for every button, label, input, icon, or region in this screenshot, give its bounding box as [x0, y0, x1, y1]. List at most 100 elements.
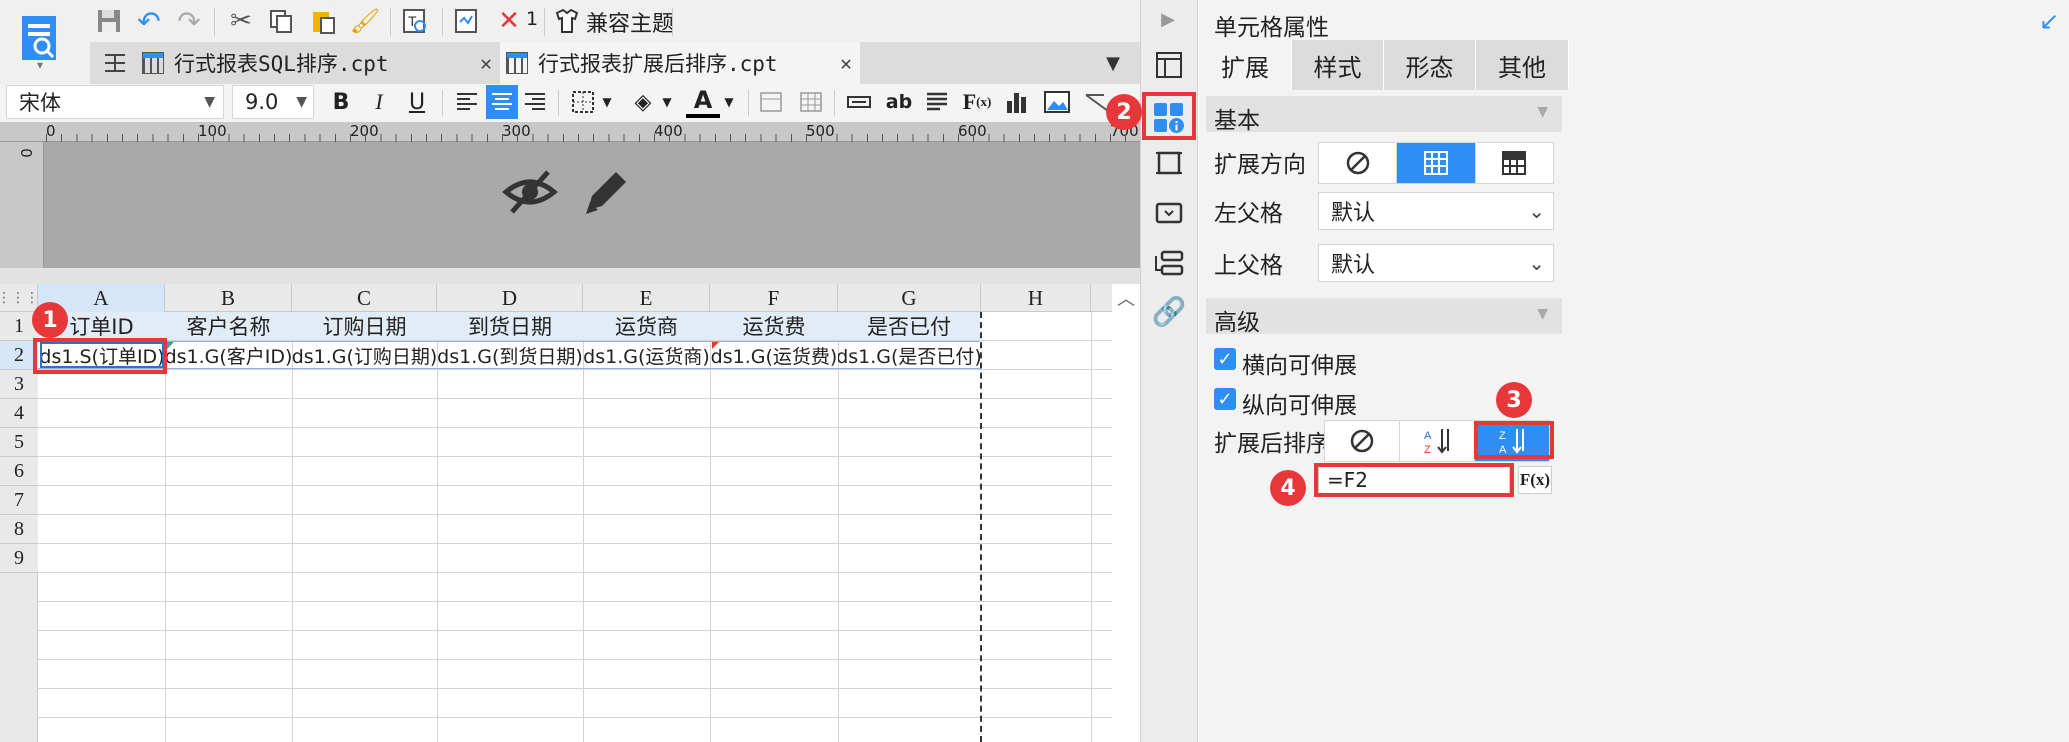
tab-other[interactable]: 其他: [1476, 40, 1569, 90]
grid-corner[interactable]: ⋮⋮⋮: [0, 284, 39, 312]
tab-style[interactable]: 样式: [1292, 40, 1384, 90]
left-parent-select[interactable]: 默认 ⌄: [1318, 192, 1554, 230]
scroll-up-icon[interactable]: ︿: [1112, 284, 1140, 312]
no-expand-option[interactable]: [1319, 143, 1398, 183]
tab-close-icon[interactable]: ✕: [480, 51, 492, 75]
font-color-icon[interactable]: A: [686, 86, 720, 118]
theme-icon[interactable]: [550, 4, 584, 38]
top-parent-select[interactable]: 默认 ⌄: [1318, 244, 1554, 282]
align-right-icon[interactable]: [520, 86, 550, 118]
cell-d2[interactable]: ds1.G(到货日期): [437, 342, 583, 369]
row-header[interactable]: 6: [0, 457, 38, 486]
cell-b1[interactable]: 客户名称: [165, 312, 292, 340]
row-header[interactable]: 8: [0, 515, 38, 544]
vertical-expand-checkbox[interactable]: ✓: [1214, 388, 1236, 410]
column-header-h[interactable]: H: [981, 284, 1091, 312]
font-family-select[interactable]: 宋体 ▼: [6, 85, 224, 119]
cell-c1[interactable]: 订购日期: [292, 312, 437, 340]
tab-expand-sort[interactable]: 行式报表扩展后排序.cpt ✕: [500, 42, 860, 84]
text-field-icon[interactable]: [842, 86, 876, 118]
float-element-icon[interactable]: [1150, 144, 1188, 182]
cell-d1[interactable]: 到货日期: [437, 312, 583, 340]
align-center-icon[interactable]: [486, 85, 518, 119]
preview-icon[interactable]: [450, 4, 484, 38]
edit-pencil-icon[interactable]: [578, 164, 634, 220]
annotation-badge-2: 2: [1106, 94, 1142, 130]
copy-icon[interactable]: [264, 4, 298, 38]
hyperlink-icon[interactable]: 🔗: [1150, 292, 1188, 330]
tab-list-icon[interactable]: [98, 46, 132, 80]
chevron-down-icon[interactable]: ▼: [658, 86, 676, 118]
format-painter-icon[interactable]: 🖌: [348, 4, 382, 38]
cut-icon[interactable]: ✂: [224, 4, 258, 38]
col-line: [838, 312, 839, 742]
ascending-sort-option[interactable]: AZ: [1400, 421, 1475, 461]
tab-expand[interactable]: 扩展: [1199, 40, 1292, 90]
cell-g1[interactable]: 是否已付: [838, 312, 980, 340]
bold-icon[interactable]: B: [326, 86, 356, 118]
theme-label[interactable]: 兼容主题: [586, 6, 674, 38]
chevron-down-icon[interactable]: ▼: [720, 86, 738, 118]
col-line: [583, 312, 584, 742]
row-header[interactable]: 9: [0, 544, 38, 573]
image-icon[interactable]: [1040, 86, 1074, 118]
merge-cells-icon[interactable]: [756, 86, 786, 118]
cell-g2[interactable]: ds1.G(是否已付): [838, 342, 980, 369]
section-advanced-header[interactable]: 高级 ▼: [1206, 298, 1562, 336]
no-sort-option[interactable]: [1325, 421, 1400, 461]
chevron-down-icon[interactable]: ▼: [598, 86, 616, 118]
column-header-g[interactable]: G: [838, 284, 981, 312]
tab-close-icon[interactable]: ✕: [840, 51, 852, 75]
cell-e2[interactable]: ds1.G(运货商): [583, 342, 710, 369]
logo-dropdown-icon[interactable]: ▾: [30, 58, 50, 72]
horizontal-expand-checkbox[interactable]: ✓: [1214, 348, 1236, 370]
fill-color-icon[interactable]: ◈: [626, 86, 660, 118]
border-icon[interactable]: [566, 86, 600, 118]
unmerge-cells-icon[interactable]: [796, 86, 826, 118]
column-header-e[interactable]: E: [583, 284, 710, 312]
align-left-icon[interactable]: [452, 86, 482, 118]
cell-f2[interactable]: ds1.G(运货费): [710, 342, 838, 369]
formula-button[interactable]: F(x): [1518, 466, 1552, 494]
column-header-c[interactable]: C: [292, 284, 437, 312]
widget-panel-icon[interactable]: [1150, 46, 1188, 84]
underline-icon[interactable]: U: [402, 86, 432, 118]
tab-sql-sort[interactable]: 行式报表SQL排序.cpt ✕: [136, 42, 500, 84]
font-size-select[interactable]: 9.0 ▼: [232, 85, 314, 119]
italic-icon[interactable]: I: [364, 86, 394, 118]
row-header[interactable]: 3: [0, 370, 38, 399]
row-headers: 1 2 3 4 5 6 7 8 9: [0, 312, 38, 742]
paste-icon[interactable]: [306, 4, 340, 38]
column-headers: A B C D E F G H: [38, 284, 1112, 312]
tab-overflow-icon[interactable]: ▼: [1096, 46, 1130, 80]
hide-eye-icon[interactable]: [500, 166, 560, 218]
tab-form[interactable]: 形态: [1384, 40, 1476, 90]
horizontal-expand-option[interactable]: [1476, 143, 1553, 183]
row-header[interactable]: 7: [0, 486, 38, 515]
save-icon[interactable]: [92, 4, 126, 38]
undo-icon[interactable]: ↶: [132, 4, 166, 38]
cell-f1[interactable]: 运货费: [710, 312, 838, 340]
section-basic-header[interactable]: 基本 ▼: [1206, 96, 1562, 134]
column-header-b[interactable]: B: [165, 284, 292, 312]
column-header-f[interactable]: F: [710, 284, 838, 312]
close-count-icon[interactable]: ✕: [494, 4, 524, 38]
row-header[interactable]: 4: [0, 399, 38, 428]
row-header[interactable]: 5: [0, 428, 38, 457]
chart-icon[interactable]: [1000, 86, 1034, 118]
vertical-expand-option[interactable]: [1397, 143, 1476, 183]
panel-expand-icon[interactable]: ↙: [2034, 6, 2064, 36]
cell-e1[interactable]: 运货商: [583, 312, 710, 340]
cell-c2[interactable]: ds1.G(订购日期): [292, 342, 437, 369]
widget-icon[interactable]: [1150, 194, 1188, 232]
rich-text-icon[interactable]: [920, 86, 954, 118]
cell-b2[interactable]: ds1.G(客户ID): [165, 342, 292, 369]
condition-icon[interactable]: [1150, 244, 1188, 282]
text-icon[interactable]: ab: [882, 86, 916, 118]
formula-icon[interactable]: F (x): [958, 86, 996, 118]
find-icon[interactable]: T: [398, 4, 432, 38]
collapse-arrow-icon[interactable]: ▶: [1150, 6, 1186, 32]
column-header-d[interactable]: D: [437, 284, 583, 312]
redo-icon[interactable]: ↷: [172, 4, 206, 38]
col-line: [710, 312, 711, 742]
